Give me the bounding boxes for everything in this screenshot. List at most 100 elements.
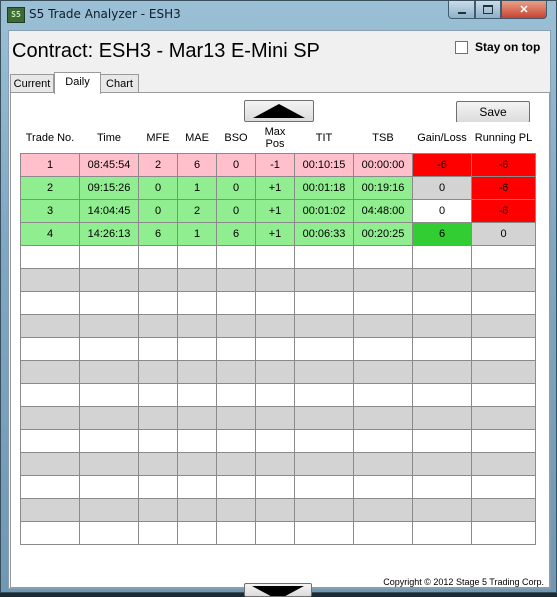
- table-cell[interactable]: [138, 291, 178, 315]
- table-cell[interactable]: -6: [471, 199, 536, 223]
- table-cell[interactable]: [353, 245, 413, 269]
- table-cell[interactable]: [353, 314, 413, 338]
- table-cell[interactable]: [216, 360, 256, 384]
- table-cell[interactable]: [412, 521, 472, 545]
- table-cell[interactable]: [216, 268, 256, 292]
- table-cell[interactable]: [216, 521, 256, 545]
- table-cell[interactable]: [216, 245, 256, 269]
- table-cell[interactable]: [177, 521, 217, 545]
- table-cell[interactable]: [412, 452, 472, 476]
- column-header[interactable]: Time: [79, 122, 139, 154]
- table-cell[interactable]: [412, 429, 472, 453]
- table-cell[interactable]: [412, 498, 472, 522]
- table-cell[interactable]: 00:06:33: [294, 222, 354, 246]
- table-cell[interactable]: [294, 475, 354, 499]
- table-cell[interactable]: [471, 429, 536, 453]
- table-cell[interactable]: [471, 245, 536, 269]
- table-cell[interactable]: [471, 452, 536, 476]
- table-cell[interactable]: [79, 498, 139, 522]
- table-cell[interactable]: [255, 452, 295, 476]
- table-cell[interactable]: [20, 245, 80, 269]
- table-cell[interactable]: [471, 360, 536, 384]
- table-cell[interactable]: 14:04:45: [79, 199, 139, 223]
- table-cell[interactable]: [294, 360, 354, 384]
- column-header[interactable]: TSB: [353, 122, 413, 154]
- table-cell[interactable]: 00:01:18: [294, 176, 354, 200]
- table-cell[interactable]: [138, 452, 178, 476]
- table-cell[interactable]: [471, 498, 536, 522]
- table-cell[interactable]: [353, 521, 413, 545]
- table-cell[interactable]: [138, 383, 178, 407]
- empty-row[interactable]: [20, 268, 536, 292]
- tab-chart[interactable]: Chart: [100, 74, 139, 93]
- table-cell[interactable]: [255, 337, 295, 361]
- table-cell[interactable]: [255, 268, 295, 292]
- table-cell[interactable]: [20, 314, 80, 338]
- table-cell[interactable]: 00:20:25: [353, 222, 413, 246]
- table-cell[interactable]: 0: [412, 199, 472, 223]
- table-cell[interactable]: +1: [255, 222, 295, 246]
- table-cell[interactable]: 6: [412, 222, 472, 246]
- table-cell[interactable]: [216, 429, 256, 453]
- column-header[interactable]: BSO: [216, 122, 256, 154]
- table-cell[interactable]: [177, 268, 217, 292]
- table-cell[interactable]: [177, 475, 217, 499]
- table-cell[interactable]: 6: [216, 222, 256, 246]
- table-cell[interactable]: [79, 521, 139, 545]
- table-cell[interactable]: [79, 314, 139, 338]
- table-cell[interactable]: [216, 406, 256, 430]
- stay-on-top-checkbox[interactable]: [455, 40, 468, 54]
- table-cell[interactable]: 0: [216, 176, 256, 200]
- table-cell[interactable]: [177, 314, 217, 338]
- table-cell[interactable]: [79, 268, 139, 292]
- table-cell[interactable]: 0: [138, 199, 178, 223]
- stay-on-top-toggle[interactable]: Stay on top: [455, 40, 540, 54]
- empty-row[interactable]: [20, 245, 536, 269]
- table-cell[interactable]: 09:15:26: [79, 176, 139, 200]
- table-cell[interactable]: [294, 452, 354, 476]
- table-cell[interactable]: [255, 475, 295, 499]
- table-cell[interactable]: [138, 360, 178, 384]
- table-cell[interactable]: [353, 360, 413, 384]
- table-cell[interactable]: [138, 475, 178, 499]
- table-cell[interactable]: [79, 452, 139, 476]
- table-cell[interactable]: 00:19:16: [353, 176, 413, 200]
- table-cell[interactable]: [20, 268, 80, 292]
- table-cell[interactable]: [353, 452, 413, 476]
- table-cell[interactable]: [216, 383, 256, 407]
- table-cell[interactable]: [412, 406, 472, 430]
- table-cell[interactable]: [412, 337, 472, 361]
- table-cell[interactable]: [177, 245, 217, 269]
- empty-row[interactable]: [20, 406, 536, 430]
- table-cell[interactable]: [20, 291, 80, 315]
- table-cell[interactable]: [20, 406, 80, 430]
- table-cell[interactable]: [471, 475, 536, 499]
- empty-row[interactable]: [20, 360, 536, 384]
- empty-row[interactable]: [20, 475, 536, 499]
- empty-row[interactable]: [20, 452, 536, 476]
- table-cell[interactable]: [412, 314, 472, 338]
- table-cell[interactable]: [79, 360, 139, 384]
- table-cell[interactable]: 1: [177, 176, 217, 200]
- table-cell[interactable]: [79, 291, 139, 315]
- table-cell[interactable]: [138, 521, 178, 545]
- table-cell[interactable]: [294, 383, 354, 407]
- table-cell[interactable]: [177, 337, 217, 361]
- table-cell[interactable]: -6: [412, 153, 472, 177]
- table-row[interactable]: 3 14:04:45 0 2 0 +1 00:01:02 04:48:00 0 -6: [20, 199, 536, 223]
- table-cell[interactable]: +1: [255, 199, 295, 223]
- table-cell[interactable]: -6: [471, 176, 536, 200]
- minimize-button[interactable]: [448, 1, 475, 19]
- column-header[interactable]: Max Pos: [255, 122, 295, 154]
- table-cell[interactable]: [471, 291, 536, 315]
- table-cell[interactable]: [177, 498, 217, 522]
- empty-row[interactable]: [20, 314, 536, 338]
- column-header[interactable]: TIT: [294, 122, 354, 154]
- table-cell[interactable]: [353, 406, 413, 430]
- column-header[interactable]: MFE: [138, 122, 178, 154]
- table-cell[interactable]: [255, 314, 295, 338]
- column-header[interactable]: Running PL: [471, 122, 536, 154]
- table-cell[interactable]: [216, 337, 256, 361]
- table-cell[interactable]: [216, 498, 256, 522]
- table-cell[interactable]: 08:45:54: [79, 153, 139, 177]
